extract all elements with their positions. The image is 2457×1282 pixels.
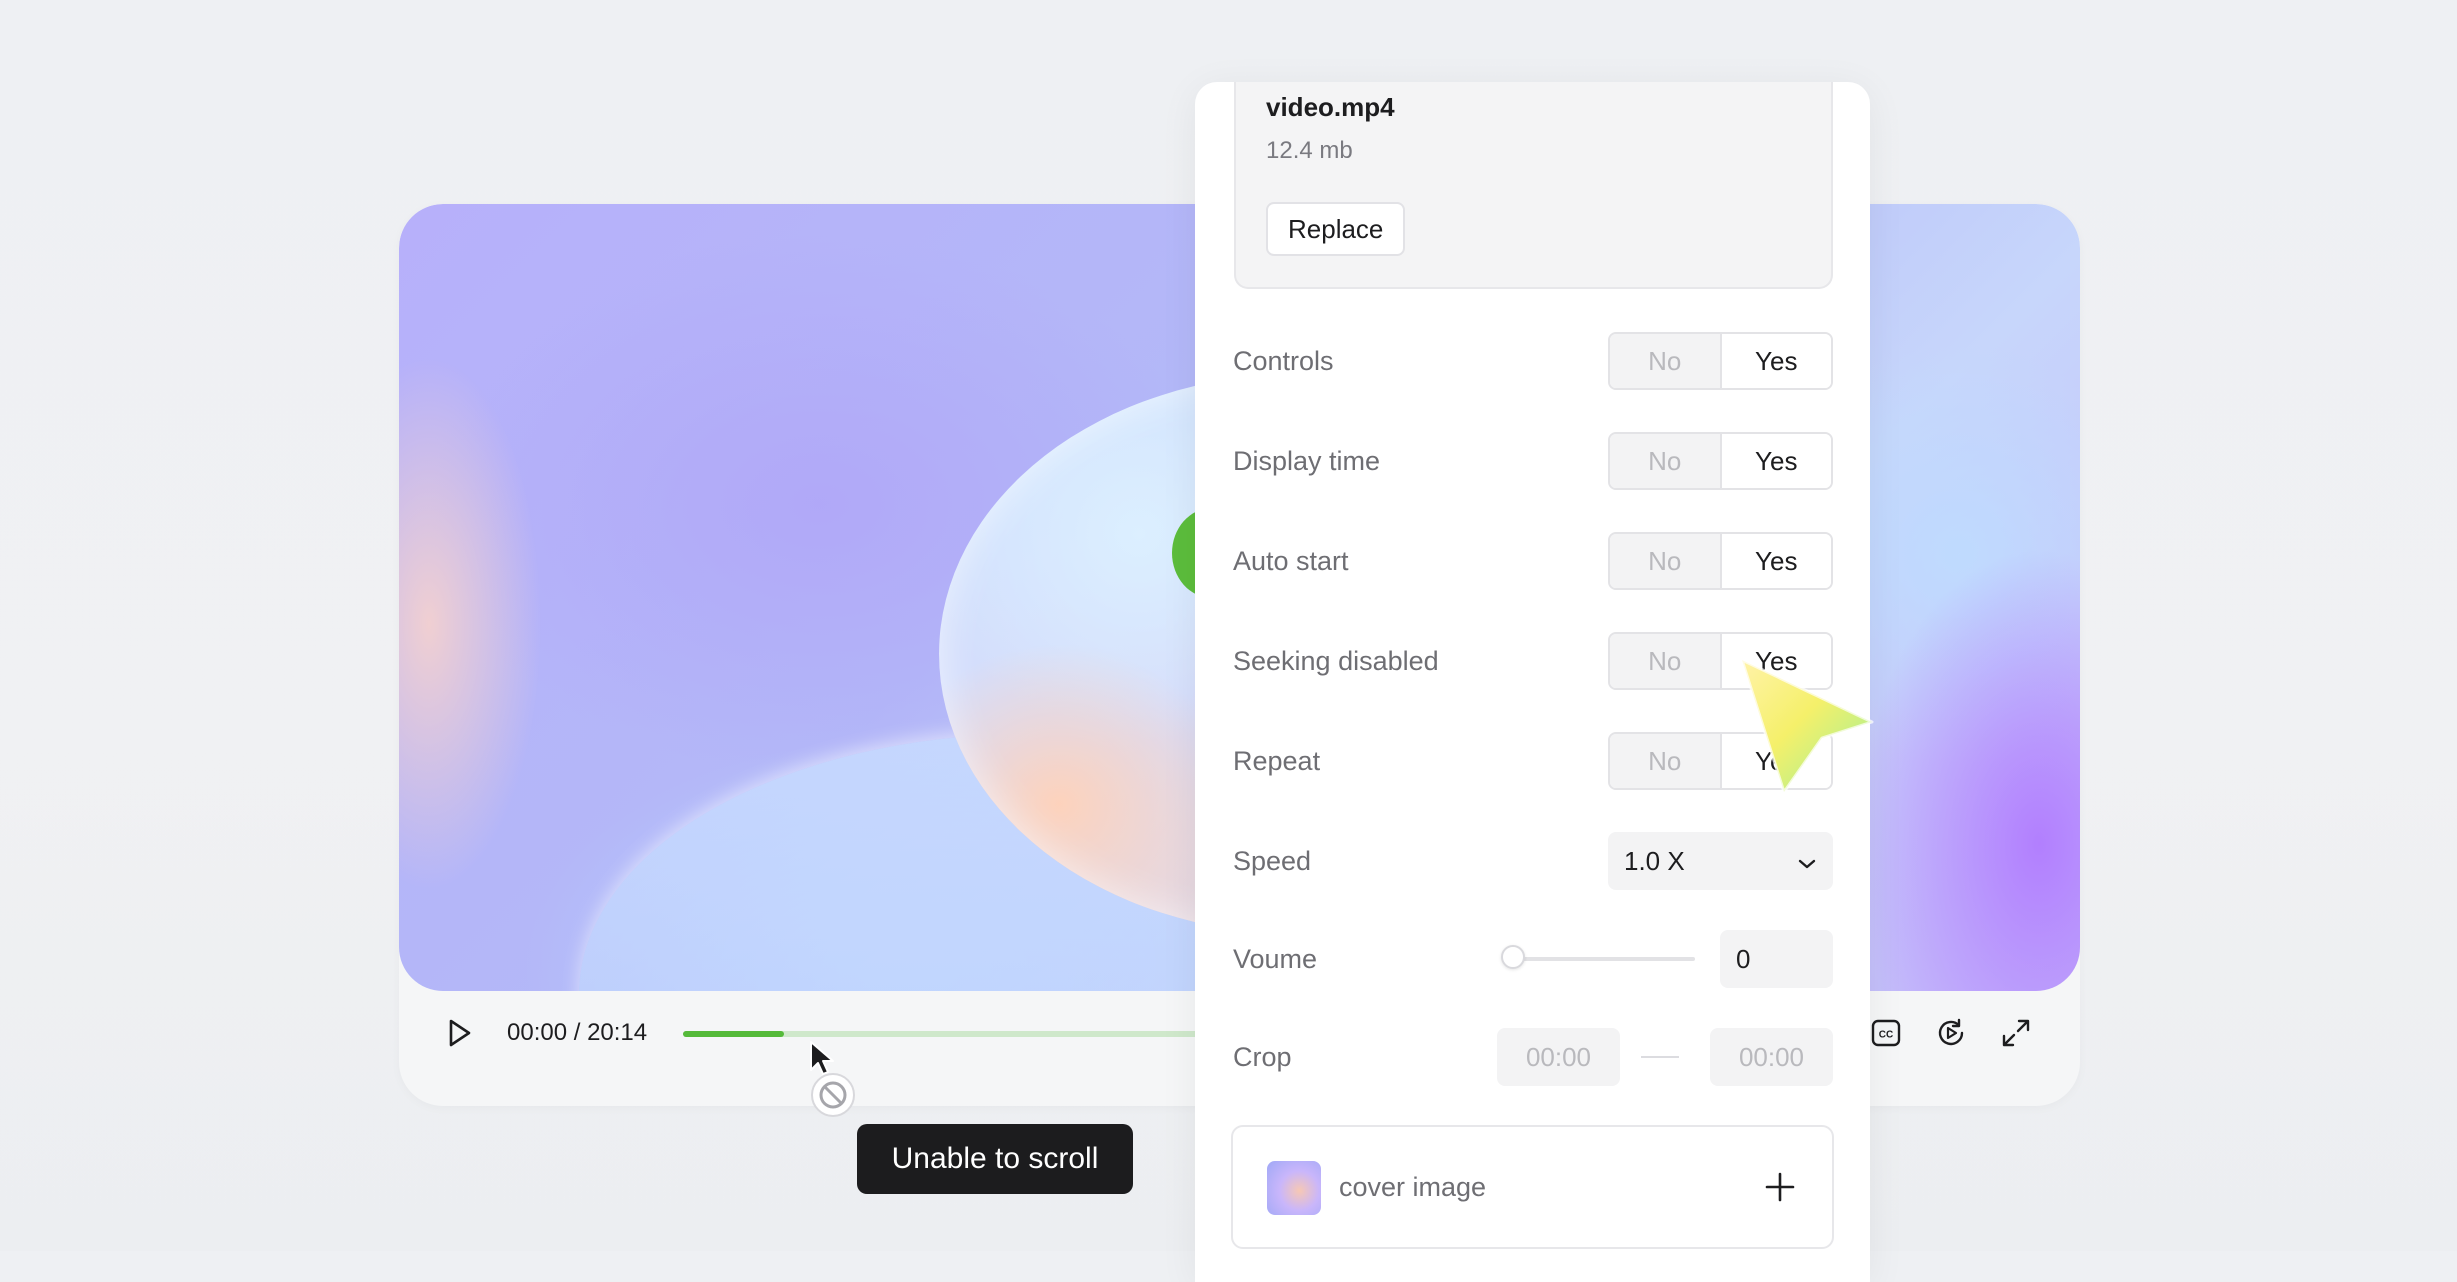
plus-icon[interactable]: [1760, 1167, 1800, 1207]
auto-start-toggle: No Yes: [1608, 532, 1833, 590]
volume-slider[interactable]: [1505, 957, 1695, 961]
cursor-arrow-icon: [1730, 650, 1880, 805]
setting-row-volume: Voume 0: [1233, 930, 1833, 988]
toggle-option-yes[interactable]: Yes: [1721, 334, 1831, 388]
crop-start-input[interactable]: 00:00: [1497, 1028, 1620, 1086]
cover-image-card[interactable]: cover image: [1231, 1125, 1834, 1249]
file-name: video.mp4: [1266, 92, 1395, 122]
file-card: video.mp4 12.4 mb Replace: [1234, 82, 1833, 289]
setting-label: Voume: [1233, 944, 1318, 974]
setting-row-auto-start: Auto start No Yes: [1233, 532, 1833, 590]
replace-button[interactable]: Replace: [1266, 202, 1406, 256]
fullscreen-icon[interactable]: [1996, 1013, 2036, 1053]
toggle-option-no[interactable]: No: [1610, 734, 1722, 788]
speed-select[interactable]: 1.0 X: [1608, 832, 1833, 890]
crop-end-input[interactable]: 00:00: [1710, 1028, 1833, 1086]
setting-label: Repeat: [1233, 746, 1321, 776]
toggle-option-no[interactable]: No: [1610, 334, 1722, 388]
setting-row-speed: Speed 1.0 X: [1233, 832, 1833, 890]
svg-text:CC: CC: [1879, 1030, 1893, 1041]
setting-row-display-time: Display time No Yes: [1233, 432, 1833, 490]
setting-label: Crop: [1233, 1042, 1292, 1072]
display-time-toggle: No Yes: [1608, 432, 1833, 490]
cover-image-label: cover image: [1339, 1172, 1487, 1202]
controls-toggle: No Yes: [1608, 332, 1833, 390]
toggle-option-no[interactable]: No: [1610, 434, 1722, 488]
volume-input[interactable]: 0: [1720, 930, 1833, 988]
play-icon[interactable]: [439, 1013, 479, 1053]
volume-slider-thumb[interactable]: [1501, 945, 1525, 969]
crop-range-dash: [1641, 1056, 1679, 1058]
setting-label: Seeking disabled: [1233, 646, 1439, 676]
toggle-option-yes[interactable]: Yes: [1721, 434, 1831, 488]
seek-bar-progress: [683, 1031, 784, 1037]
seek-bar[interactable]: [683, 1031, 1243, 1037]
speed-value: 1.0 X: [1624, 845, 1685, 876]
setting-label: Controls: [1233, 346, 1334, 376]
setting-label: Display time: [1233, 446, 1381, 476]
setting-label: Auto start: [1233, 546, 1349, 576]
file-size: 12.4 mb: [1266, 137, 1353, 164]
toggle-option-yes[interactable]: Yes: [1721, 534, 1831, 588]
setting-label: Speed: [1233, 846, 1312, 876]
toggle-option-no[interactable]: No: [1610, 534, 1722, 588]
cover-image-thumbnail: [1267, 1161, 1321, 1215]
replay-icon[interactable]: [1931, 1013, 1971, 1053]
tooltip: Unable to scroll: [857, 1124, 1133, 1194]
setting-row-controls: Controls No Yes: [1233, 332, 1833, 390]
captions-icon[interactable]: CC: [1866, 1013, 1906, 1053]
chevron-down-icon: [1797, 846, 1817, 877]
time-display: 00:00 / 20:14: [507, 1019, 648, 1046]
not-allowed-icon: [808, 1070, 858, 1125]
toggle-option-no[interactable]: No: [1610, 634, 1722, 688]
setting-row-crop: Crop 00:00 00:00: [1233, 1028, 1833, 1086]
